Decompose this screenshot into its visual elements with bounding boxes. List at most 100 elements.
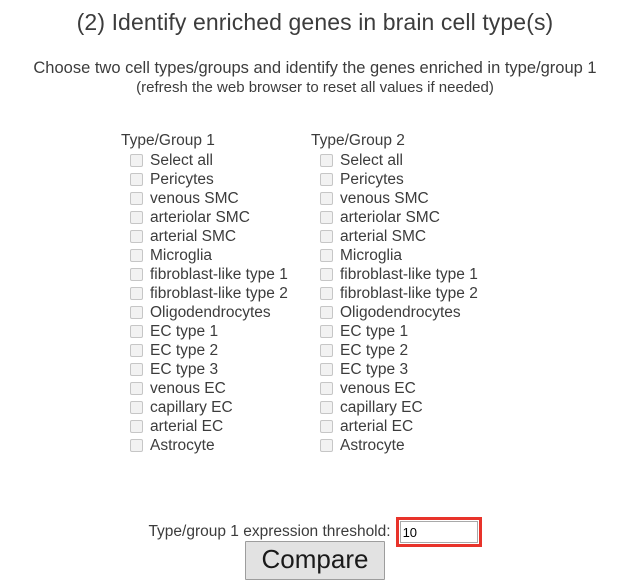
option-row[interactable]: EC type 2 xyxy=(121,341,288,360)
option-row[interactable]: capillary EC xyxy=(311,398,478,417)
option-label: Astrocyte xyxy=(340,437,405,454)
option-label: Select all xyxy=(150,152,213,169)
checkbox-icon[interactable] xyxy=(320,230,333,243)
checkbox-icon[interactable] xyxy=(130,192,143,205)
option-row[interactable]: Astrocyte xyxy=(121,436,288,455)
checkbox-icon[interactable] xyxy=(130,344,143,357)
option-label: Pericytes xyxy=(340,171,404,188)
checkbox-icon[interactable] xyxy=(320,363,333,376)
expression-threshold-label: Type/group 1 expression threshold: xyxy=(148,523,391,540)
type-group-1-header: Type/Group 1 xyxy=(121,132,215,149)
option-row[interactable]: Pericytes xyxy=(311,170,478,189)
option-row[interactable]: Astrocyte xyxy=(311,436,478,455)
option-label: Pericytes xyxy=(150,171,214,188)
option-row[interactable]: Select all xyxy=(311,151,478,170)
type-group-1-option-list: Select all Pericytes venous SMC arteriolar … xyxy=(121,151,288,455)
checkbox-icon[interactable] xyxy=(320,325,333,338)
type-group-2-option-list: Select all Pericytes venous SMC arteriolar … xyxy=(311,151,478,455)
option-row[interactable]: arterial SMC xyxy=(311,227,478,246)
checkbox-icon[interactable] xyxy=(320,192,333,205)
checkbox-icon[interactable] xyxy=(320,211,333,224)
expression-threshold-input[interactable] xyxy=(399,521,478,543)
option-label: venous EC xyxy=(340,380,416,397)
checkbox-icon[interactable] xyxy=(320,287,333,300)
option-label: arterial SMC xyxy=(340,228,427,245)
checkbox-icon[interactable] xyxy=(320,173,333,186)
option-row[interactable]: arteriolar SMC xyxy=(121,208,288,227)
option-row[interactable]: Pericytes xyxy=(121,170,288,189)
checkbox-icon[interactable] xyxy=(130,211,143,224)
option-row[interactable]: venous EC xyxy=(311,379,478,398)
option-row[interactable]: capillary EC xyxy=(121,398,288,417)
checkbox-icon[interactable] xyxy=(130,401,143,414)
option-row[interactable]: venous SMC xyxy=(121,189,288,208)
option-row[interactable]: fibroblast-like type 1 xyxy=(121,265,288,284)
option-label: venous SMC xyxy=(150,190,239,207)
checkbox-icon[interactable] xyxy=(320,382,333,395)
option-label: EC type 1 xyxy=(150,323,219,340)
option-label: fibroblast-like type 2 xyxy=(340,285,478,302)
option-row[interactable]: fibroblast-like type 1 xyxy=(311,265,478,284)
option-label: Select all xyxy=(340,152,403,169)
checkbox-icon[interactable] xyxy=(130,249,143,262)
option-label: arteriolar SMC xyxy=(150,209,250,226)
option-label: EC type 1 xyxy=(340,323,409,340)
option-row[interactable]: EC type 2 xyxy=(311,341,478,360)
option-label: arterial EC xyxy=(340,418,414,435)
option-label: Microglia xyxy=(150,247,213,264)
option-label: arteriolar SMC xyxy=(340,209,440,226)
option-label: EC type 3 xyxy=(150,361,219,378)
checkbox-icon[interactable] xyxy=(130,420,143,433)
compare-button[interactable]: Compare xyxy=(244,541,386,580)
checkbox-icon[interactable] xyxy=(130,363,143,376)
option-row[interactable]: arterial EC xyxy=(311,417,478,436)
option-row[interactable]: EC type 3 xyxy=(121,360,288,379)
option-row[interactable]: EC type 1 xyxy=(121,322,288,341)
subtitle-line-secondary: (refresh the web browser to reset all va… xyxy=(136,79,494,96)
checkbox-icon[interactable] xyxy=(130,439,143,452)
checkbox-icon[interactable] xyxy=(130,230,143,243)
option-label: venous EC xyxy=(150,380,226,397)
option-row[interactable]: arterial SMC xyxy=(121,227,288,246)
checkbox-icon[interactable] xyxy=(130,382,143,395)
option-label: fibroblast-like type 1 xyxy=(340,266,478,283)
page-subtitle: Choose two cell types/groups and identif… xyxy=(0,58,630,97)
checkbox-icon[interactable] xyxy=(320,268,333,281)
checkbox-icon[interactable] xyxy=(130,173,143,186)
subtitle-line-primary: Choose two cell types/groups and identif… xyxy=(33,59,597,77)
option-label: fibroblast-like type 1 xyxy=(150,266,288,283)
checkbox-icon[interactable] xyxy=(320,344,333,357)
option-row[interactable]: fibroblast-like type 2 xyxy=(121,284,288,303)
checkbox-icon[interactable] xyxy=(130,306,143,319)
option-row[interactable]: Oligodendrocytes xyxy=(121,303,288,322)
checkbox-icon[interactable] xyxy=(320,249,333,262)
option-label: Astrocyte xyxy=(150,437,215,454)
option-row[interactable]: fibroblast-like type 2 xyxy=(311,284,478,303)
type-group-1-column: Type/Group 1 Select all Pericytes venous S… xyxy=(121,131,288,455)
checkbox-icon[interactable] xyxy=(320,306,333,319)
option-row[interactable]: venous EC xyxy=(121,379,288,398)
option-row[interactable]: EC type 3 xyxy=(311,360,478,379)
option-row[interactable]: Microglia xyxy=(121,246,288,265)
option-row[interactable]: Oligodendrocytes xyxy=(311,303,478,322)
option-row[interactable]: arterial EC xyxy=(121,417,288,436)
checkbox-icon[interactable] xyxy=(320,420,333,433)
option-row[interactable]: Microglia xyxy=(311,246,478,265)
option-label: arterial EC xyxy=(150,418,224,435)
type-group-2-header: Type/Group 2 xyxy=(311,132,405,149)
checkbox-icon[interactable] xyxy=(130,287,143,300)
option-label: EC type 3 xyxy=(340,361,409,378)
option-label: Oligodendrocytes xyxy=(340,304,461,321)
option-row[interactable]: arteriolar SMC xyxy=(311,208,478,227)
checkbox-icon[interactable] xyxy=(320,401,333,414)
option-row[interactable]: EC type 1 xyxy=(311,322,478,341)
option-label: EC type 2 xyxy=(150,342,219,359)
checkbox-icon[interactable] xyxy=(130,154,143,167)
checkbox-icon[interactable] xyxy=(130,325,143,338)
option-row[interactable]: venous SMC xyxy=(311,189,478,208)
checkbox-icon[interactable] xyxy=(130,268,143,281)
checkbox-icon[interactable] xyxy=(320,439,333,452)
compare-button-row: Compare xyxy=(0,541,630,580)
option-row[interactable]: Select all xyxy=(121,151,288,170)
checkbox-icon[interactable] xyxy=(320,154,333,167)
